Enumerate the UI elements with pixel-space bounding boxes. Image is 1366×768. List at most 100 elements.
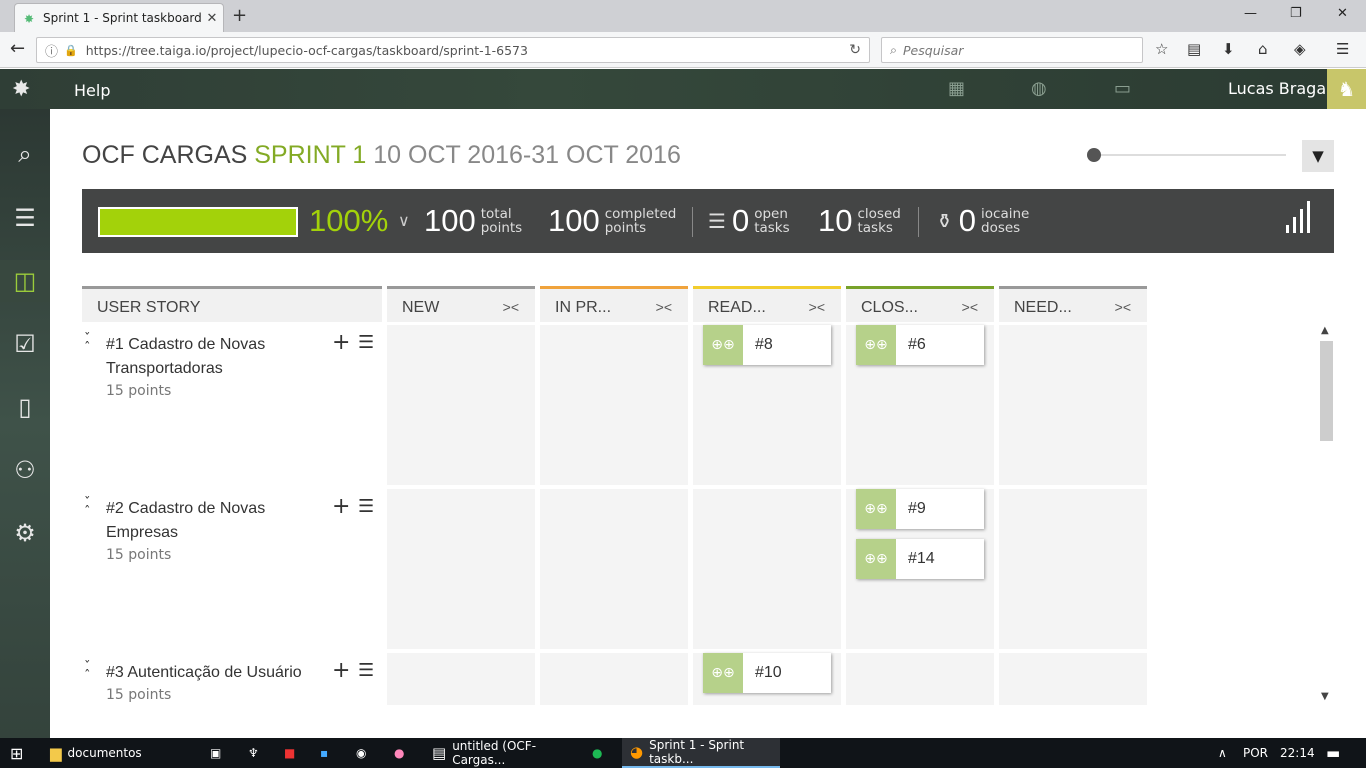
task-list-icon: ☰ (708, 209, 726, 233)
zoom-slider-handle[interactable] (1087, 148, 1101, 162)
zoom-slider-track[interactable] (1094, 154, 1286, 156)
back-icon[interactable]: ← (10, 38, 25, 59)
column-title: IN PR... (555, 299, 612, 316)
column-title: NEW (402, 299, 440, 316)
add-task-icon[interactable]: + (332, 332, 350, 354)
close-tab-icon[interactable]: ✕ (201, 11, 223, 26)
user-story-title[interactable]: #3 Autenticação de Usuário (106, 661, 336, 685)
divider (692, 207, 693, 237)
browser-tab[interactable]: ✸ Sprint 1 - Sprint taskboard... ✕ (14, 3, 224, 32)
language-indicator[interactable]: POR (1243, 738, 1268, 768)
progress-percent: 100% (309, 203, 389, 238)
tray-chevron-up-icon[interactable]: ∧ (1218, 738, 1227, 768)
bulk-add-icon[interactable]: ☰ (358, 661, 374, 681)
column-header-closed: CLOS... >< (846, 286, 994, 322)
projects-grid-icon[interactable]: ▦ (948, 78, 965, 99)
user-story-row: ˇˆ #3 Autenticação de Usuário 15 points … (82, 653, 382, 705)
ie-icon[interactable]: ◉ (356, 738, 366, 768)
taskbar-item-documentos[interactable]: ▆ documentos (42, 738, 192, 768)
chevron-down-icon[interactable]: ∨ (398, 211, 410, 230)
scroll-up-icon[interactable]: ▲ (1321, 325, 1329, 336)
filter-button[interactable]: ▼ (1302, 140, 1334, 172)
collapse-row-icon[interactable]: ˇˆ (84, 333, 91, 355)
taskboard-cell (999, 489, 1147, 649)
new-tab-icon[interactable]: + (232, 5, 247, 26)
windows-start-icon[interactable]: ⊞ (10, 738, 23, 768)
issues-nav-icon[interactable]: ☑ (0, 323, 50, 365)
iocaine-bottle-icon: ⚱ (936, 209, 953, 233)
add-task-icon[interactable]: + (332, 660, 350, 682)
scroll-down-icon[interactable]: ▼ (1321, 691, 1329, 702)
fold-column-icon[interactable]: >< (809, 299, 825, 315)
search-nav-icon[interactable]: ⌕ (0, 133, 50, 175)
taiga-logo-icon[interactable]: ✸ (12, 77, 38, 103)
notifications-center-icon[interactable]: ▬ (1326, 738, 1340, 768)
pocket-icon[interactable]: ◈ (1294, 40, 1306, 58)
sprint-dates: 10 OCT 2016-31 OCT 2016 (373, 141, 681, 169)
reading-list-icon[interactable]: ▤ (1187, 40, 1201, 58)
open-tasks-stat: ☰ 0 open tasks (708, 203, 790, 239)
menu-icon[interactable]: ☰ (1336, 40, 1349, 58)
info-icon[interactable]: ⓘ (45, 41, 58, 60)
iocaine-label-2: doses (981, 220, 1021, 236)
task-card[interactable]: ⊕⊕ #8 (703, 325, 831, 365)
user-story-title[interactable]: #1 Cadastro de Novas Transportadoras (106, 333, 316, 381)
spotify-icon[interactable]: ● (592, 738, 602, 768)
open-tasks-value: 0 (731, 203, 750, 238)
minimize-icon[interactable]: — (1244, 6, 1257, 21)
bulk-add-icon[interactable]: ☰ (358, 333, 374, 353)
settings-nav-icon[interactable]: ⚙ (0, 512, 50, 554)
backlog-nav-icon[interactable]: ☰ (0, 197, 50, 239)
project-name[interactable]: OCF CARGAS (82, 141, 247, 169)
fold-column-icon[interactable]: >< (962, 299, 978, 315)
column-header-new: NEW >< (387, 286, 535, 322)
task-card[interactable]: ⊕⊕ #14 (856, 539, 984, 579)
user-avatar[interactable]: ♞ (1327, 69, 1366, 109)
search-input[interactable]: ⌕ Pesquisar (881, 37, 1143, 63)
user-story-row: ˇˆ #1 Cadastro de Novas Transportadoras … (82, 325, 382, 485)
task-card[interactable]: ⊕⊕ #10 (703, 653, 831, 693)
discover-globe-icon[interactable]: ◍ (1031, 78, 1047, 99)
clock[interactable]: 22:14 (1280, 738, 1315, 768)
team-nav-icon[interactable]: ⚇ (0, 449, 50, 491)
wiki-nav-icon[interactable]: ▯ (0, 386, 50, 428)
taskboard-cell (387, 653, 535, 705)
task-card[interactable]: ⊕⊕ #9 (856, 489, 984, 529)
fold-column-icon[interactable]: >< (1115, 299, 1131, 315)
help-link[interactable]: Help (74, 81, 110, 100)
taskbar-item-editor[interactable]: ▤ untitled (OCF-Cargas... (424, 738, 582, 768)
task-view-icon[interactable]: ▣ (210, 738, 221, 768)
chrome-icon[interactable]: ● (394, 738, 404, 768)
bookmark-star-icon[interactable]: ☆ (1155, 40, 1168, 58)
collapse-row-icon[interactable]: ˇˆ (84, 497, 91, 519)
bulk-add-icon[interactable]: ☰ (358, 497, 374, 517)
fold-column-icon[interactable]: >< (503, 299, 519, 315)
photoshop-icon[interactable]: ▪ (320, 738, 328, 768)
filezilla-icon[interactable]: ■ (284, 738, 295, 768)
taskboard-cell (999, 653, 1147, 705)
close-window-icon[interactable]: ✕ (1337, 6, 1348, 21)
scrollbar-thumb[interactable] (1320, 341, 1333, 441)
home-icon[interactable]: ⌂ (1258, 40, 1268, 58)
taskbar-item-firefox[interactable]: ◕ Sprint 1 - Sprint taskb... (622, 738, 780, 768)
notifications-icon[interactable]: ▭ (1114, 78, 1131, 99)
url-bar[interactable]: ⓘ 🔒 https://tree.taiga.io/project/lupeci… (36, 37, 870, 63)
fold-column-icon[interactable]: >< (656, 299, 672, 315)
user-story-title[interactable]: #2 Cadastro de Novas Empresas (106, 497, 316, 545)
burndown-graph-icon[interactable] (1286, 201, 1310, 233)
user-name[interactable]: Lucas Braga (1228, 79, 1326, 98)
reload-icon[interactable]: ↻ (849, 42, 861, 58)
task-avatar-icon: ⊕⊕ (856, 325, 896, 365)
taskboard-nav-icon[interactable]: ◫ (0, 260, 50, 302)
taskbar-label: Sprint 1 - Sprint taskb... (649, 738, 745, 766)
add-task-icon[interactable]: + (332, 496, 350, 518)
collapse-row-icon[interactable]: ˇˆ (84, 661, 91, 683)
board-scrollbar[interactable]: ▲ ▼ (1318, 325, 1334, 705)
download-icon[interactable]: ⬇ (1222, 40, 1235, 58)
restore-icon[interactable]: ❐ (1290, 6, 1302, 21)
database-icon[interactable]: ♆ (248, 738, 259, 768)
task-ref: #14 (908, 550, 935, 567)
user-story-points: 15 points (106, 383, 172, 399)
sprint-summary: 100% ∨ 100 total points 100 completed poin… (82, 189, 1334, 253)
task-card[interactable]: ⊕⊕ #6 (856, 325, 984, 365)
